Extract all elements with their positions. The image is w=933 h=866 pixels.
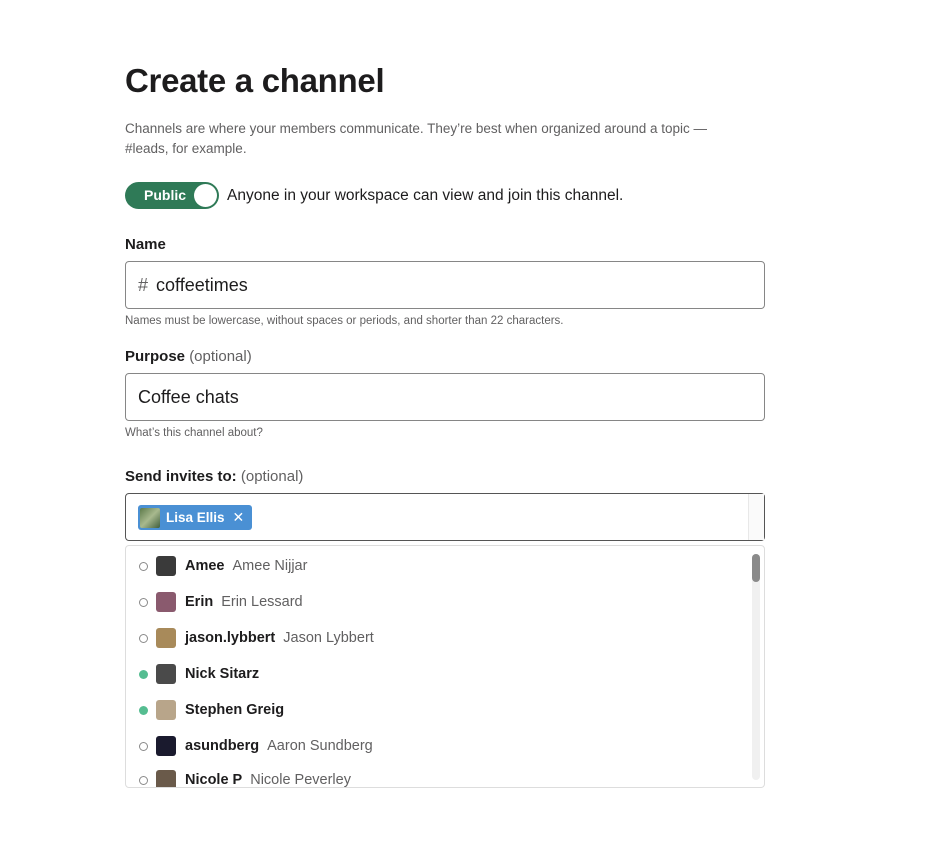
hash-icon: # [138,274,149,295]
username: Nicole P [185,772,243,788]
username: Nick Sitarz [185,666,260,682]
list-item[interactable]: Nick Sitarz [126,656,746,692]
presence-icon [139,633,148,643]
page-description: Channels are where your members communic… [125,121,708,156]
channel-name-value: coffeetimes [156,274,248,295]
avatar [156,664,176,684]
invites-input[interactable]: Lisa Ellis ✕ [125,493,765,541]
scrollbar-track[interactable] [752,554,760,780]
real-name: Amee Nijjar [232,558,308,574]
name-label-text: Name [125,236,166,253]
real-name: Jason Lybbert [283,630,374,646]
purpose-label: Purpose (optional) [125,348,252,365]
username: Amee [185,558,225,574]
name-label: Name [125,236,166,253]
visibility-description: Anyone in your workspace can view and jo… [227,186,624,204]
avatar [156,770,176,787]
name-hint: Names must be lowercase, without spaces … [125,315,564,327]
presence-icon [139,775,148,785]
toggle-label: Public [144,187,187,203]
presence-icon [139,705,148,715]
avatar [156,592,176,612]
presence-icon [139,597,148,607]
presence-icon [139,741,148,751]
list-item[interactable]: asundberg Aaron Sundberg [126,728,746,764]
scrollbar-thumb[interactable] [752,554,760,582]
purpose-label-text: Purpose [125,348,186,365]
real-name: Erin Lessard [221,594,303,610]
list-item[interactable]: jason.lybbert Jason Lybbert [126,620,746,656]
invites-optional: (optional) [240,468,304,485]
input-scrollbar [748,494,764,540]
purpose-optional: (optional) [189,348,252,365]
avatar [156,628,176,648]
purpose-hint: What’s this channel about? [125,427,263,439]
avatar [156,736,176,756]
close-icon[interactable]: ✕ [233,509,245,526]
presence-icon [139,669,148,679]
list-item[interactable]: Nicole P Nicole Peverley [126,762,746,788]
list-item[interactable]: Erin Erin Lessard [126,584,746,620]
avatar [156,700,176,720]
real-name: Aaron Sundberg [267,738,373,754]
purpose-value: Coffee chats [138,386,239,407]
invite-suggestions: Amee Amee Nijjar Erin Erin Lessard jason.lyb… [125,545,765,788]
purpose-input[interactable]: Coffee chats [125,373,765,421]
invites-label: Send invites to: (optional) [125,468,303,485]
real-name: Nicole Peverley [250,772,351,788]
selected-user-chip[interactable]: Lisa Ellis ✕ [138,505,253,530]
invites-label-text: Send invites to: [125,468,237,485]
avatar [156,556,176,576]
public-toggle[interactable]: Public [125,182,219,209]
list-item[interactable]: Amee Amee Nijjar [126,548,746,584]
channel-name-input[interactable]: # coffeetimes [125,261,765,309]
visibility-row: Public Anyone in your workspace can view… [125,182,623,209]
username: jason.lybbert [185,630,276,646]
username: Erin [185,594,214,610]
toggle-knob [194,184,217,207]
avatar [140,507,160,528]
chip-name: Lisa Ellis [166,510,225,525]
username: Stephen Greig [185,702,285,718]
list-item[interactable]: Stephen Greig [126,692,746,728]
username: asundberg [185,738,260,754]
page-title: Create a channel [125,62,385,99]
presence-icon [139,561,148,571]
